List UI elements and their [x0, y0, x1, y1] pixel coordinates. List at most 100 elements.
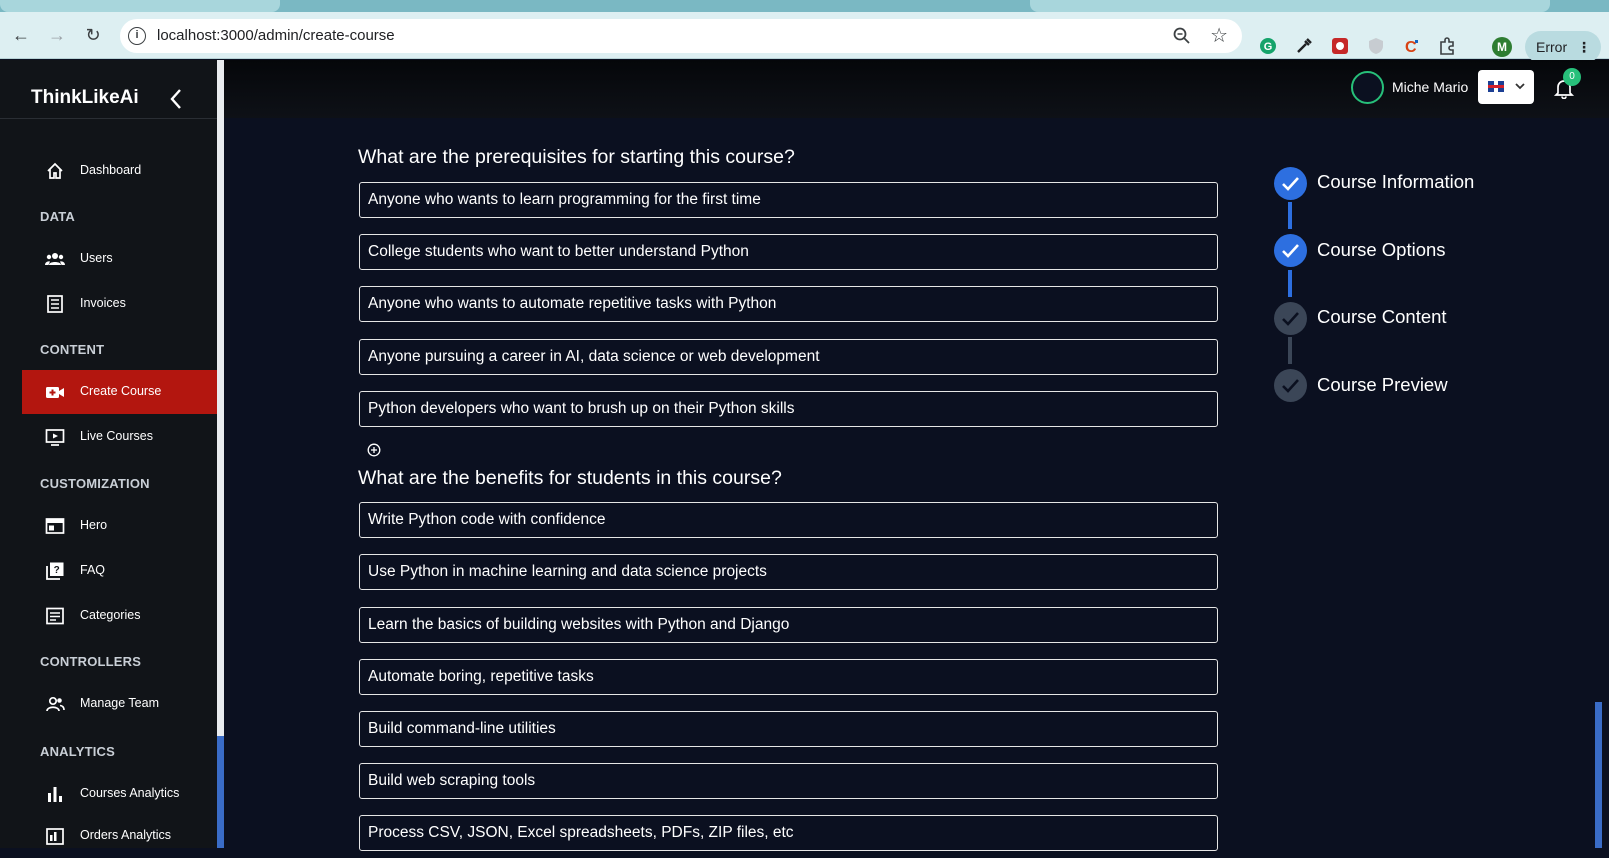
shield-extension-icon[interactable] [1366, 36, 1386, 56]
step-pending-icon[interactable] [1274, 369, 1307, 402]
check-icon [1282, 312, 1299, 326]
bar-chart-icon [48, 787, 62, 802]
collapse-sidebar-icon[interactable] [166, 86, 186, 112]
benefits-heading: What are the benefits for students in th… [358, 467, 782, 489]
sidebar-item-live-courses[interactable]: Live Courses [22, 415, 217, 459]
notification-count-badge: 0 [1563, 68, 1581, 86]
step-label-course-information[interactable]: Course Information [1317, 171, 1474, 193]
check-icon [1282, 244, 1299, 258]
sidebar-item-create-course[interactable]: Create Course [22, 370, 217, 414]
benefit-input[interactable] [359, 711, 1218, 747]
step-complete-icon[interactable] [1274, 167, 1307, 200]
section-controllers: CONTROLLERS [40, 654, 142, 669]
forward-icon[interactable]: → [46, 24, 68, 46]
ublock-extension-icon[interactable] [1330, 36, 1350, 56]
language-select[interactable] [1478, 70, 1534, 104]
address-bar[interactable]: i localhost:3000/admin/create-course ☆ [120, 19, 1242, 53]
grammarly-extension-icon[interactable]: G [1258, 36, 1278, 56]
coupon-extension-icon[interactable]: C [1401, 36, 1421, 56]
bookmark-star-icon[interactable]: ☆ [1210, 23, 1228, 48]
sidebar-item-label: Live Courses [80, 429, 153, 443]
benefit-input[interactable] [359, 502, 1218, 538]
sidebar-item-label: Orders Analytics [80, 828, 172, 842]
step-connector [1288, 337, 1292, 364]
sidebar-item-label: Dashboard [80, 163, 142, 177]
prerequisite-input[interactable] [359, 234, 1218, 270]
prerequisite-input[interactable] [359, 182, 1218, 218]
page-scrollbar[interactable] [1591, 118, 1609, 848]
benefit-input[interactable] [359, 763, 1218, 799]
site-info-icon[interactable]: i [128, 27, 146, 45]
brand-logo[interactable]: ThinkLikeAi [31, 87, 139, 109]
sidebar-item-label: Manage Team [80, 696, 159, 710]
user-name[interactable]: Miche Mario [1392, 79, 1468, 95]
step-label-course-content[interactable]: Course Content [1317, 306, 1447, 328]
step-connector [1288, 270, 1292, 297]
browser-error-button[interactable]: Error ⋮ [1525, 31, 1601, 63]
user-avatar[interactable] [1351, 71, 1384, 104]
zoom-icon[interactable] [1172, 26, 1192, 46]
sidebar-item-label: Users [80, 251, 113, 265]
video-add-icon [46, 387, 64, 398]
web-icon [45, 518, 65, 534]
check-icon [1282, 177, 1299, 191]
sidebar-item-dashboard[interactable]: Dashboard [22, 149, 217, 193]
reload-icon[interactable]: ↻ [82, 24, 104, 46]
prerequisite-input[interactable] [359, 339, 1218, 375]
section-content: CONTENT [40, 342, 105, 357]
sidebar-item-label: Categories [80, 608, 141, 622]
sidebar-item-label: Hero [80, 518, 108, 532]
uk-flag-icon [1488, 81, 1504, 92]
benefit-input[interactable] [359, 607, 1218, 643]
add-prerequisite-icon[interactable] [367, 443, 381, 457]
more-menu-icon[interactable]: ⋮ [1577, 31, 1591, 63]
browser-tab[interactable] [1030, 0, 1550, 12]
benefit-input[interactable] [359, 815, 1218, 851]
chevron-down-icon [1515, 83, 1525, 90]
monitor-play-icon [45, 429, 65, 446]
error-label: Error [1536, 39, 1568, 55]
address-url[interactable]: localhost:3000/admin/create-course [157, 27, 395, 44]
browser-toolbar: ← → ↻ i localhost:3000/admin/create-cour… [0, 12, 1609, 63]
sidebar-item-users[interactable]: Users [22, 237, 217, 281]
sidebar-item-invoices[interactable]: Invoices [22, 282, 217, 326]
sidebar-item-label: Invoices [80, 296, 126, 310]
quiz-icon: ? [46, 562, 64, 580]
sidebar-item-courses-analytics[interactable]: Courses Analytics [22, 772, 217, 816]
extensions-puzzle-icon[interactable] [1437, 36, 1457, 56]
sidebar-scrollbar[interactable] [217, 60, 224, 848]
check-icon [1282, 379, 1299, 393]
team-icon [46, 696, 65, 712]
browser-tab[interactable] [0, 0, 280, 12]
sidebar-item-label: Create Course [80, 384, 162, 398]
sidebar: ThinkLikeAi Dashboard DATA Users Invoice… [0, 60, 217, 848]
sidebar-item-label: FAQ [80, 563, 106, 577]
sidebar-item-faq[interactable]: ? FAQ [22, 549, 217, 593]
back-icon[interactable]: ← [10, 24, 32, 46]
sidebar-item-manage-team[interactable]: Manage Team [22, 682, 217, 726]
category-icon [46, 607, 64, 625]
prerequisites-heading: What are the prerequisites for starting … [358, 146, 795, 168]
page-scroll-thumb[interactable] [1595, 702, 1602, 848]
step-complete-icon[interactable] [1274, 234, 1307, 267]
benefit-input[interactable] [359, 554, 1218, 590]
step-label-course-options[interactable]: Course Options [1317, 239, 1446, 261]
sidebar-item-orders-analytics[interactable]: Orders Analytics [22, 814, 217, 858]
section-customization: CUSTOMIZATION [40, 476, 150, 491]
sidebar-item-hero[interactable]: Hero [22, 504, 217, 548]
sidebar-item-categories[interactable]: Categories [22, 594, 217, 638]
prerequisite-input[interactable] [359, 286, 1218, 322]
step-pending-icon[interactable] [1274, 302, 1307, 335]
profile-avatar[interactable]: M [1492, 37, 1512, 57]
step-label-course-preview[interactable]: Course Preview [1317, 374, 1448, 396]
svg-text:G: G [1264, 41, 1273, 53]
invoice-icon [47, 295, 63, 313]
sidebar-scroll-thumb[interactable] [217, 736, 224, 848]
step-connector [1288, 202, 1292, 229]
benefit-input[interactable] [359, 659, 1218, 695]
section-data: DATA [40, 209, 75, 224]
prerequisite-input[interactable] [359, 391, 1218, 427]
users-icon [45, 253, 65, 265]
sidebar-header: ThinkLikeAi [0, 60, 217, 119]
eyedropper-extension-icon[interactable] [1294, 36, 1314, 56]
